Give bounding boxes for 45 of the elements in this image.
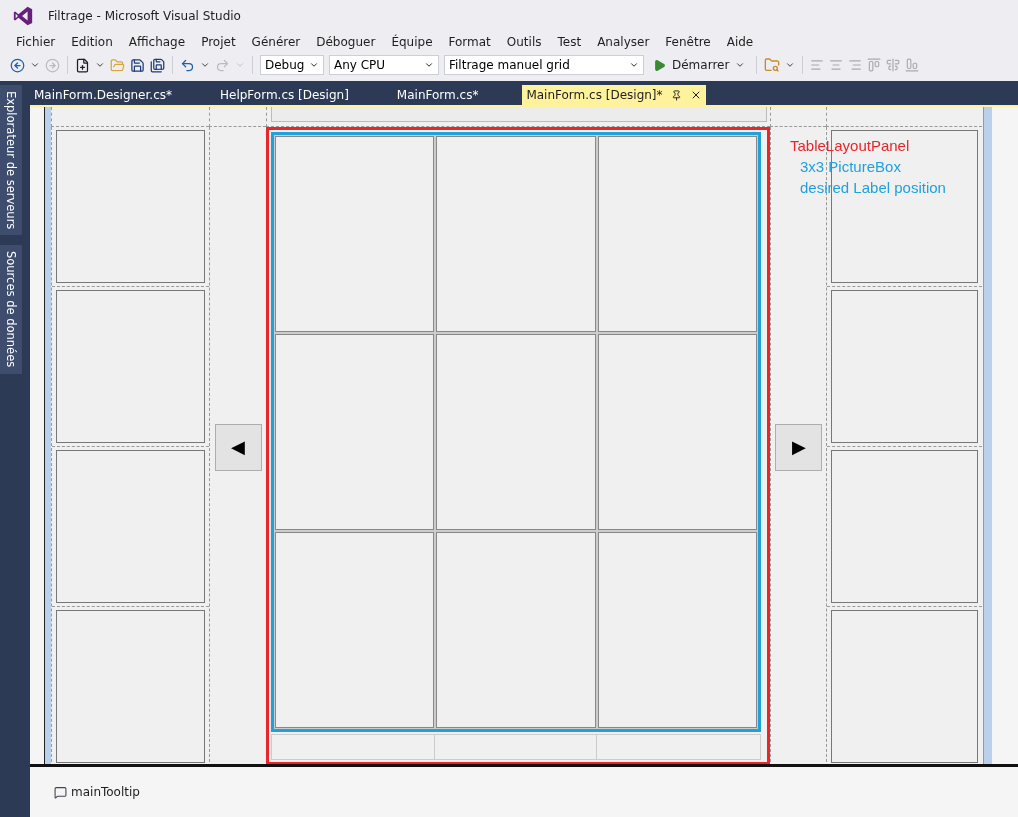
next-button[interactable]: ▶ <box>775 423 822 471</box>
menu-item[interactable]: Déboguer <box>308 35 384 49</box>
menu-item[interactable]: Analyser <box>589 35 658 49</box>
find-folder-icon[interactable] <box>764 57 781 73</box>
overflow-icon[interactable] <box>785 60 796 70</box>
start-button[interactable]: Démarrer <box>649 58 750 72</box>
menu-item[interactable]: Edition <box>63 35 121 49</box>
menu-item[interactable]: Aide <box>718 35 762 49</box>
previous-button[interactable]: ◀ <box>214 423 262 471</box>
project-dropdown[interactable]: Filtrage manuel grid <box>444 55 644 75</box>
save-all-icon[interactable] <box>150 57 165 73</box>
menu-item[interactable]: Fenêtre <box>657 35 719 49</box>
side-tab[interactable]: Sources de données <box>0 245 22 374</box>
tray-component[interactable]: mainTooltip <box>71 785 140 799</box>
vs-logo-icon <box>12 5 34 27</box>
caret-icon <box>629 60 639 70</box>
pin-icon[interactable] <box>670 89 682 101</box>
menu-item[interactable]: Générer <box>243 35 309 49</box>
menu-item[interactable]: Format <box>440 35 499 49</box>
save-icon[interactable] <box>130 57 145 73</box>
menu-item[interactable]: Outils <box>498 35 550 49</box>
dropdown-icon[interactable] <box>30 60 40 70</box>
dropdown-icon[interactable] <box>95 60 105 70</box>
document-tab[interactable]: MainForm.cs [Design]* <box>522 85 706 105</box>
menu-item[interactable]: Test <box>549 35 590 49</box>
configuration-dropdown[interactable]: Debug <box>260 55 324 75</box>
menu-item[interactable]: Affichage <box>120 35 194 49</box>
dropdown-icon[interactable] <box>200 60 210 70</box>
document-tab[interactable]: MainForm.cs* <box>392 85 483 105</box>
document-tab[interactable]: MainForm.Designer.cs* <box>30 85 176 105</box>
document-tab[interactable]: HelpForm.cs [Design] <box>216 85 353 105</box>
menu-item[interactable]: Fichier <box>8 35 64 49</box>
new-item-icon[interactable] <box>75 57 90 73</box>
caret-icon <box>735 60 746 70</box>
menu-item[interactable]: Équipe <box>383 35 441 49</box>
tooltip-icon <box>54 785 67 799</box>
window-title: Filtrage - Microsoft Visual Studio <box>48 9 241 23</box>
play-icon <box>653 58 666 72</box>
caret-icon <box>309 60 319 70</box>
caret-icon <box>424 60 434 70</box>
side-tab[interactable]: Explorateur de serveurs <box>0 85 22 236</box>
back-icon[interactable] <box>10 57 25 73</box>
menu-item[interactable]: Projet <box>193 35 244 49</box>
undo-icon[interactable] <box>180 57 195 73</box>
platform-dropdown[interactable]: Any CPU <box>329 55 439 75</box>
